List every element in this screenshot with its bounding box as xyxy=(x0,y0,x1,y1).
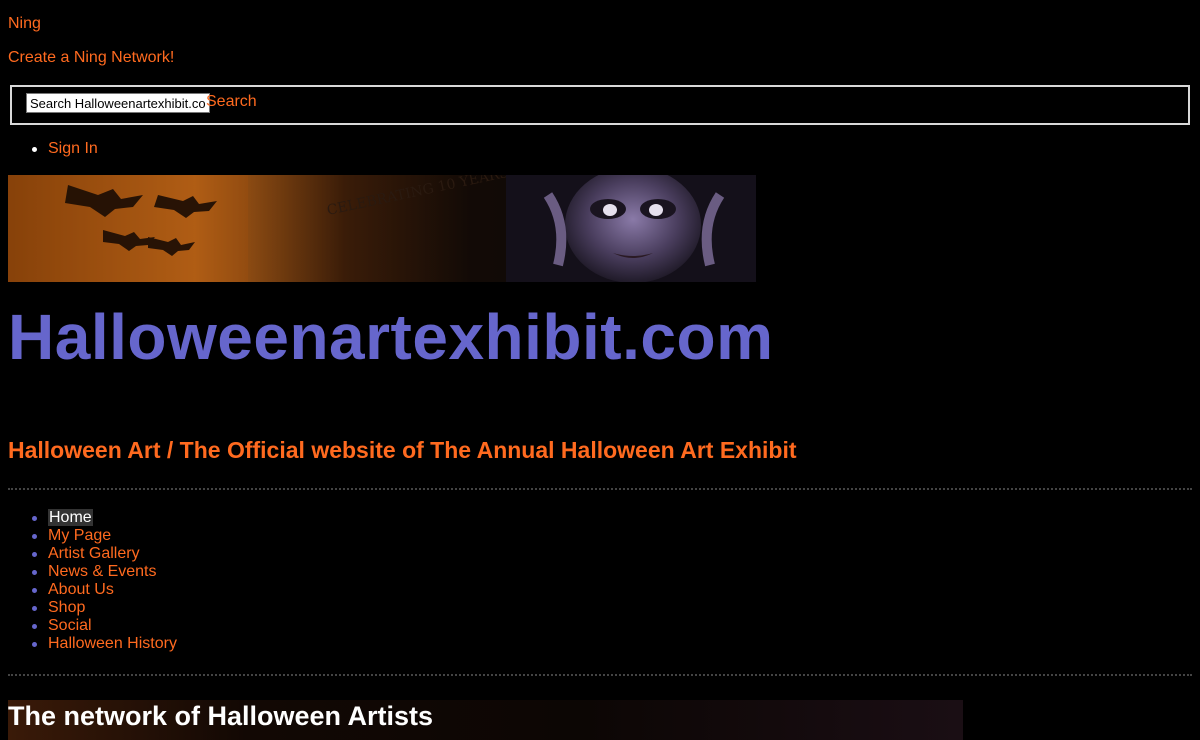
ning-link[interactable]: Ning xyxy=(8,15,41,33)
nav-link-about-us[interactable]: About Us xyxy=(48,581,114,598)
nav-link-my-page[interactable]: My Page xyxy=(48,527,111,544)
nav-item-home: Home xyxy=(8,509,177,527)
nav-item-news-events: News & Events xyxy=(8,563,177,581)
nav-item-shop: Shop xyxy=(8,599,177,617)
user-nav-item-sign-in: Sign In xyxy=(8,140,98,158)
nav-item-my-page: My Page xyxy=(8,527,177,545)
search-bar: Search xyxy=(10,85,1190,125)
header-banner-image: CELEBRATING 10 YEARS xyxy=(8,175,756,282)
nav-link-artist-gallery[interactable]: Artist Gallery xyxy=(48,545,140,562)
user-nav: Sign In xyxy=(8,140,98,158)
main-nav: Home My Page Artist Gallery News & Event… xyxy=(8,509,177,653)
sign-in-link[interactable]: Sign In xyxy=(48,140,98,157)
nav-link-social[interactable]: Social xyxy=(48,617,92,634)
site-title[interactable]: Halloweenartexhibit.com xyxy=(8,299,773,375)
hero-section: The network of Halloween Artists xyxy=(8,700,963,740)
search-button[interactable]: Search xyxy=(206,93,257,111)
banner-art: CELEBRATING 10 YEARS xyxy=(8,175,756,282)
nav-item-halloween-history: Halloween History xyxy=(8,635,177,653)
nav-item-social: Social xyxy=(8,617,177,635)
page: Ning Create a Ning Network! Search Sign … xyxy=(0,0,1200,740)
nav-link-shop[interactable]: Shop xyxy=(48,599,85,616)
nav-item-about-us: About Us xyxy=(8,581,177,599)
site-tagline: Halloween Art / The Official website of … xyxy=(8,437,797,463)
divider xyxy=(8,488,1192,490)
search-input[interactable] xyxy=(26,93,210,113)
create-network-link[interactable]: Create a Ning Network! xyxy=(8,49,174,67)
nav-link-news-events[interactable]: News & Events xyxy=(48,563,156,580)
divider xyxy=(8,674,1192,676)
hero-title: The network of Halloween Artists xyxy=(8,701,434,731)
nav-link-halloween-history[interactable]: Halloween History xyxy=(48,635,177,652)
nav-link-home[interactable]: Home xyxy=(48,509,93,526)
nav-item-artist-gallery: Artist Gallery xyxy=(8,545,177,563)
